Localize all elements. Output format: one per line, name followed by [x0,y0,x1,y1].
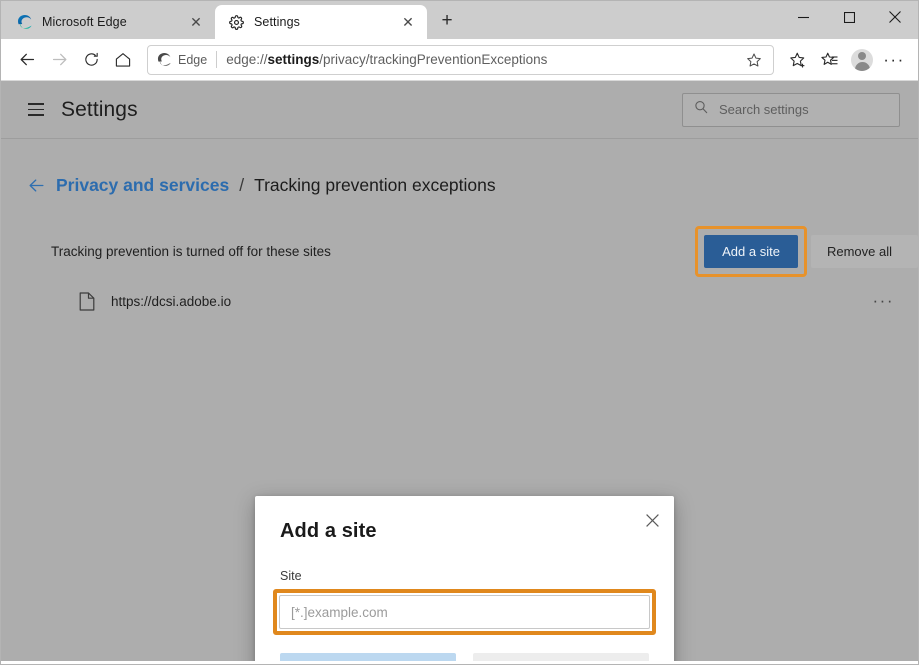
breadcrumb-back-icon[interactable] [27,176,46,195]
url-suffix: /privacy/trackingPreventionExceptions [319,52,547,67]
cancel-button[interactable]: Cancel [473,653,649,661]
search-settings-box[interactable]: Search settings [682,93,900,127]
url-bold-segment: settings [268,52,320,67]
tab-close-icon[interactable]: ✕ [185,11,207,33]
collections-icon[interactable] [814,44,846,76]
url-text: edge://settings/privacy/trackingPreventi… [226,52,741,67]
add-site-highlight-box: Add a site [695,226,807,277]
address-bar[interactable]: Edge edge://settings/privacy/trackingPre… [147,45,774,75]
edge-logo-mono-icon [157,52,172,67]
edge-chip-label: Edge [178,53,207,67]
tab-microsoft-edge[interactable]: Microsoft Edge ✕ [3,5,215,39]
window-controls [780,1,918,33]
home-icon[interactable] [107,44,139,76]
tab-close-icon[interactable]: ✕ [397,11,419,33]
settings-header: Settings Search settings [1,81,918,139]
page-icon [79,292,95,311]
search-icon [693,99,709,120]
browser-window: Microsoft Edge ✕ Settings ✕ + [0,0,919,665]
omnibox-divider [216,51,217,68]
refresh-icon[interactable] [75,44,107,76]
gear-icon [228,14,245,31]
section-actions: Add a site Remove all [695,226,900,277]
add-a-site-button[interactable]: Add a site [704,235,798,268]
favorite-star-icon[interactable] [741,47,767,73]
dialog-close-icon[interactable] [638,506,666,534]
site-input-highlight-box [273,589,656,635]
breadcrumb-current: Tracking prevention exceptions [254,175,496,196]
maximize-icon[interactable] [826,1,872,33]
site-field-label: Site [255,543,674,583]
add-a-site-dialog: Add a site Site Add Cancel [255,496,674,661]
site-url-label: https://dcsi.adobe.io [111,294,231,309]
close-icon[interactable] [872,1,918,33]
tab-settings[interactable]: Settings ✕ [215,5,427,39]
avatar [851,49,873,71]
settings-page: Settings Search settings Privacy and ser… [1,81,918,661]
add-button[interactable]: Add [280,653,456,661]
site-input[interactable] [279,595,650,629]
profile-avatar[interactable] [846,44,878,76]
site-list-item[interactable]: https://dcsi.adobe.io ··· [19,278,900,324]
breadcrumb-parent-link[interactable]: Privacy and services [56,175,229,196]
dialog-title: Add a site [255,496,674,543]
tab-strip: Microsoft Edge ✕ Settings ✕ + [1,1,918,39]
section-description: Tracking prevention is turned off for th… [51,244,331,259]
favorites-add-icon[interactable] [782,44,814,76]
new-tab-button[interactable]: + [431,5,463,37]
edge-logo-icon [16,14,33,31]
search-settings-placeholder: Search settings [719,102,809,117]
minimize-icon[interactable] [780,1,826,33]
edge-identity-chip: Edge [157,52,207,67]
forward-icon[interactable] [43,44,75,76]
dialog-actions: Add Cancel [255,635,674,661]
tab-title: Microsoft Edge [42,15,181,29]
tab-title: Settings [254,15,393,29]
browser-more-icon[interactable]: ··· [878,44,910,76]
site-more-actions-icon[interactable]: ··· [873,291,900,311]
page-title: Settings [61,98,138,122]
remove-all-button[interactable]: Remove all [811,235,918,268]
breadcrumb: Privacy and services / Tracking preventi… [19,139,900,196]
browser-toolbar: Edge edge://settings/privacy/trackingPre… [1,39,918,81]
back-icon[interactable] [11,44,43,76]
tracking-exceptions-section-header: Tracking prevention is turned off for th… [19,232,900,270]
settings-content: Privacy and services / Tracking preventi… [1,139,918,324]
hamburger-menu-icon[interactable] [19,93,53,127]
breadcrumb-separator: / [239,175,244,196]
url-prefix: edge:// [226,52,267,67]
